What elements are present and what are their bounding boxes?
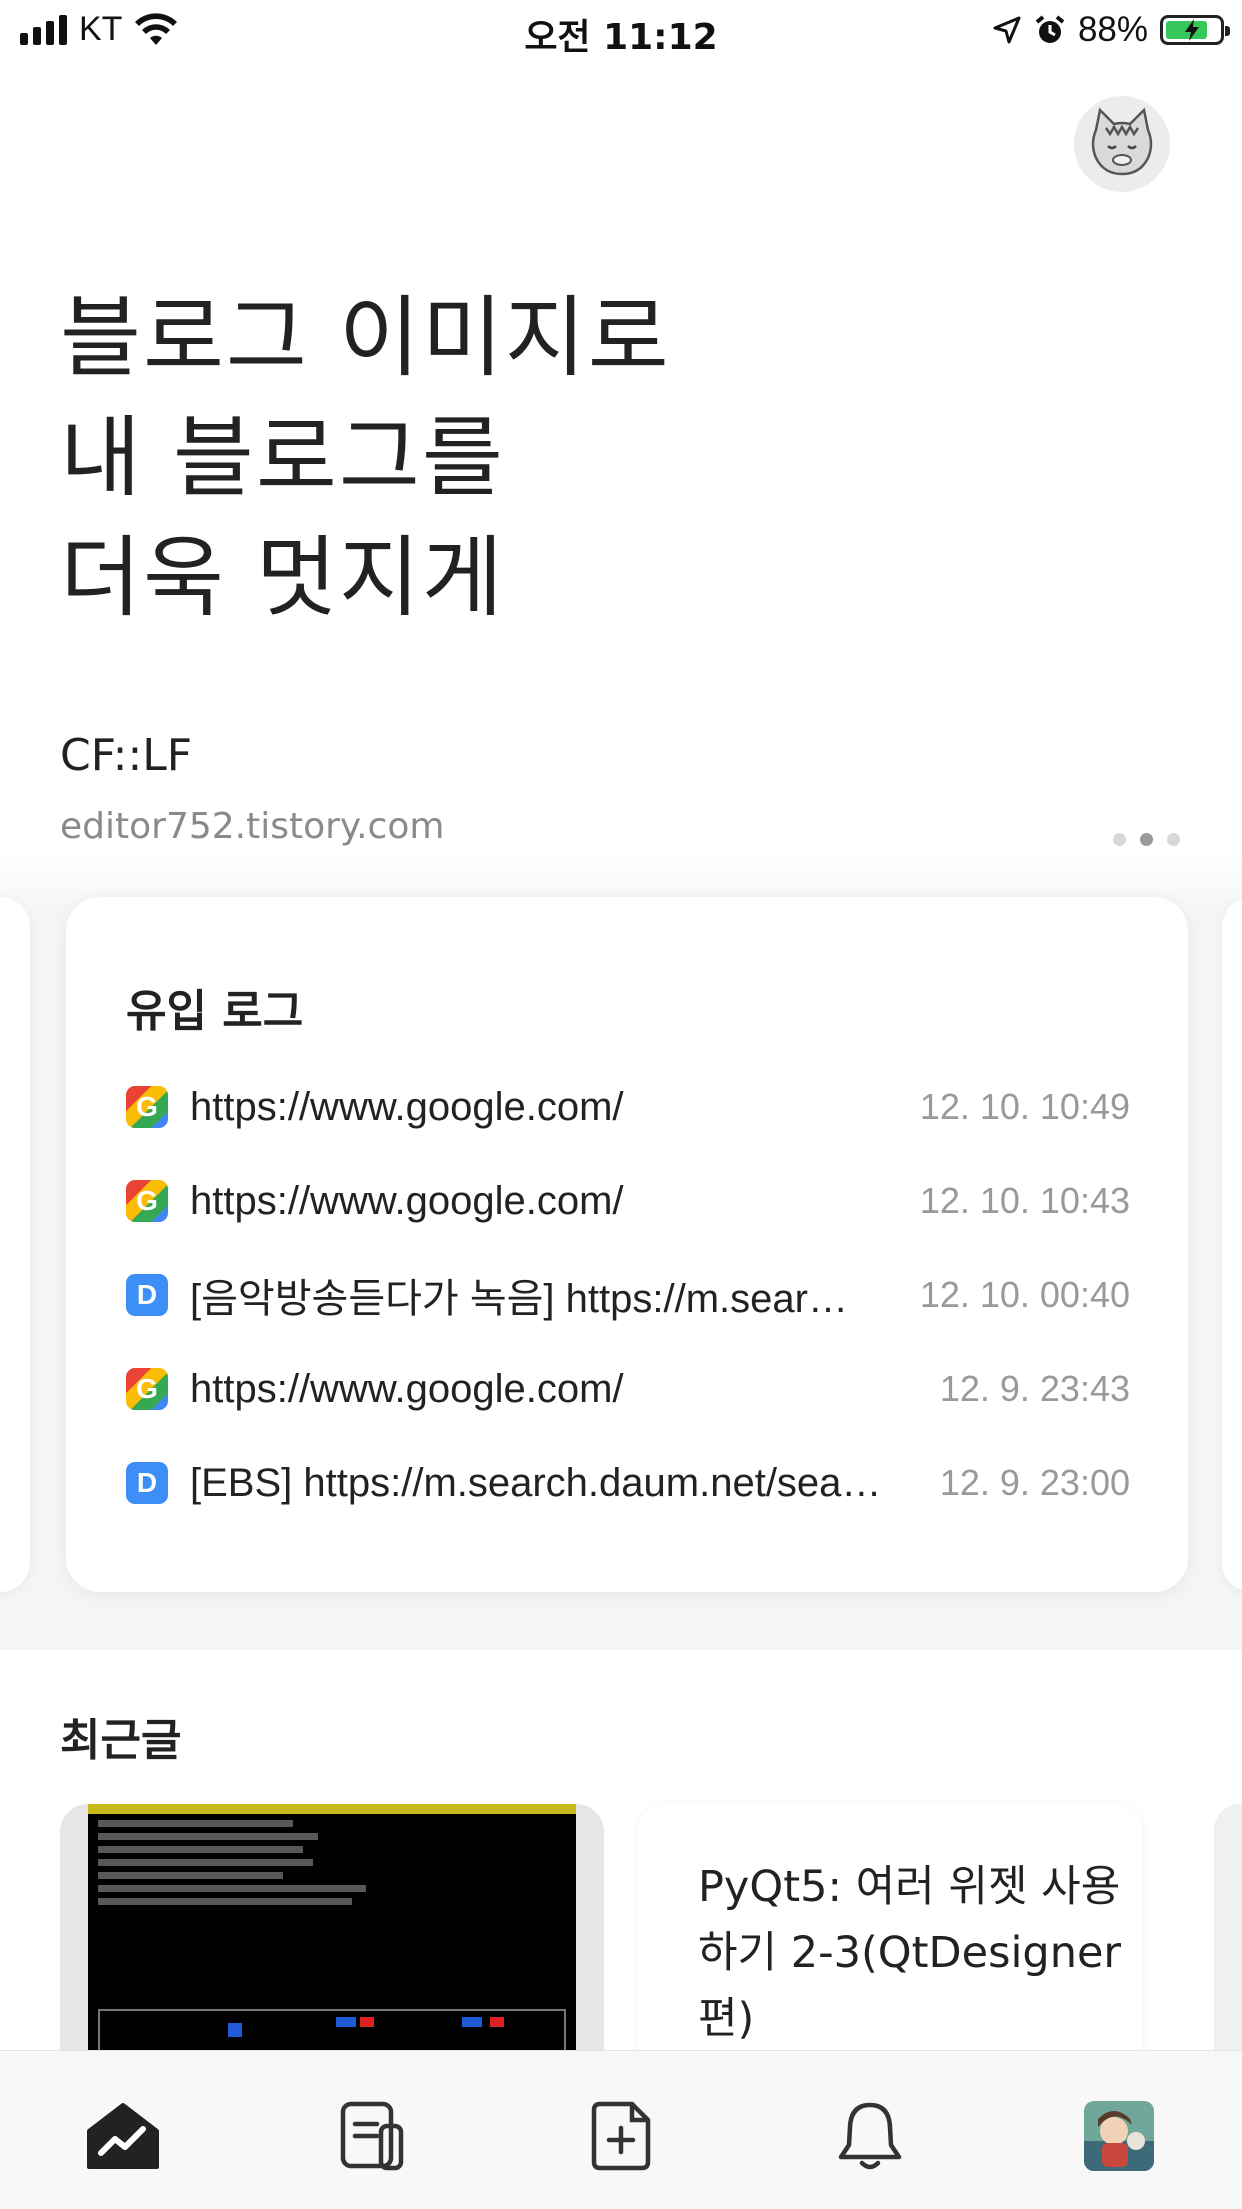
- visit-time: 12. 9. 23:00: [939, 1462, 1130, 1503]
- new-post-icon: [591, 2101, 651, 2171]
- hero-headline: 블로그 이미지로 내 블로그를 더욱 멋지게: [60, 278, 960, 638]
- post-thumbnail-card[interactable]: [60, 1804, 604, 2064]
- daum-icon: D: [126, 1274, 168, 1316]
- page-dot: [1113, 833, 1126, 846]
- page-dot-active: [1140, 833, 1153, 846]
- google-icon: G: [126, 1180, 168, 1222]
- visit-time: 12. 9. 23:43: [939, 1368, 1130, 1409]
- next-post-card[interactable]: [1214, 1804, 1242, 2064]
- visit-time: 12. 10. 10:43: [919, 1180, 1130, 1221]
- battery-charging-icon: [1160, 15, 1230, 45]
- hero-line: 내 블로그를: [60, 406, 505, 509]
- recent-posts-title: 최근글: [60, 1715, 182, 1766]
- terminal-screenshot-image: [88, 1804, 576, 2064]
- location-arrow-icon: [993, 16, 1021, 44]
- inflow-log-row[interactable]: G https://www.google.com/ 12. 10. 10:43: [126, 1171, 1130, 1231]
- blog-url[interactable]: editor752.tistory.com: [60, 806, 444, 847]
- referrer-url: https://www.google.com/: [190, 1366, 624, 1411]
- page-indicator: [1113, 833, 1180, 846]
- home-stats-icon: [87, 2103, 159, 2169]
- hero-line: 블로그 이미지로: [60, 286, 671, 389]
- tab-posts[interactable]: [332, 2096, 412, 2176]
- status-bar: KT 오전 11:12 88%: [0, 0, 1242, 62]
- visit-time: 12. 10. 00:40: [919, 1274, 1130, 1315]
- alarm-icon: [1035, 15, 1065, 43]
- tab-profile[interactable]: [1079, 2096, 1159, 2176]
- inflow-log-row[interactable]: D [EBS] https://m.search.daum.net/sea… 1…: [126, 1453, 1130, 1513]
- bottom-tab-bar: [0, 2050, 1242, 2209]
- inflow-log-row[interactable]: G https://www.google.com/ 12. 9. 23:43: [126, 1359, 1130, 1419]
- hero-line: 더욱 멋지게: [60, 526, 505, 629]
- previous-card[interactable]: [0, 897, 30, 1592]
- tab-home[interactable]: [83, 2096, 163, 2176]
- referrer-url: [EBS] https://m.search.daum.net/sea…: [190, 1460, 882, 1505]
- post-title: PyQt5: 여러 위젯 사용하기 2-3(QtDesigner 편): [698, 1862, 1122, 2044]
- next-card[interactable]: [1222, 897, 1242, 1592]
- visit-time: 12. 10. 10:49: [919, 1086, 1130, 1127]
- profile-avatar: [1084, 2101, 1154, 2171]
- referrer-url: [음악방송듣다가 녹음] https://m.sear…: [190, 1277, 848, 1321]
- referrer-url: https://www.google.com/: [190, 1084, 624, 1129]
- tab-new-post[interactable]: [581, 2096, 661, 2176]
- notifications-icon: [838, 2102, 902, 2170]
- google-icon: G: [126, 1368, 168, 1410]
- referrer-url: https://www.google.com/: [190, 1178, 624, 1223]
- user-avatar[interactable]: [1074, 96, 1170, 192]
- recent-post-card[interactable]: PyQt5: 여러 위젯 사용하기 2-3(QtDesigner 편): [638, 1804, 1142, 2064]
- daum-icon: D: [126, 1462, 168, 1504]
- inflow-log-row[interactable]: G https://www.google.com/ 12. 10. 10:49: [126, 1077, 1130, 1137]
- inflow-log-row[interactable]: D [음악방송듣다가 녹음] https://m.sear… 12. 10. 0…: [126, 1265, 1130, 1325]
- inflow-log-card[interactable]: 유입 로그 G https://www.google.com/ 12. 10. …: [66, 897, 1188, 1592]
- card-title: 유입 로그: [126, 986, 304, 1037]
- status-right: 88%: [992, 10, 1230, 50]
- google-icon: G: [126, 1086, 168, 1128]
- cat-avatar-icon: [1091, 107, 1153, 176]
- battery-percent: 88%: [1077, 10, 1148, 49]
- posts-icon: [340, 2101, 404, 2171]
- page-dot: [1167, 833, 1180, 846]
- tab-notifications[interactable]: [830, 2096, 910, 2176]
- blog-name[interactable]: CF::LF: [60, 730, 192, 781]
